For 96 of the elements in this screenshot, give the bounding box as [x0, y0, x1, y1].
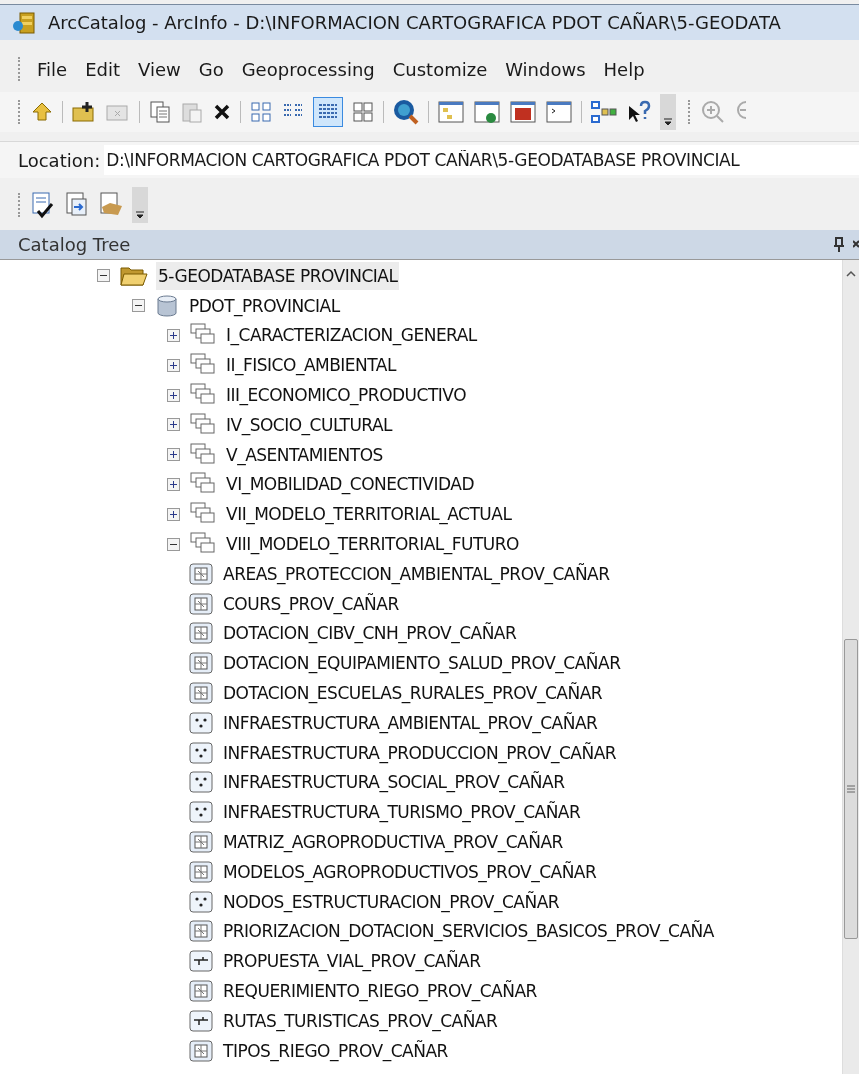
scrollbar-thumb[interactable] — [844, 639, 858, 939]
point-layer-icon — [189, 890, 213, 913]
tree-item[interactable]: VI_MOBILIDAD_CONECTIVIDAD — [224, 470, 476, 499]
line-layer-icon — [189, 1009, 213, 1032]
tree-item[interactable]: VII_MODELO_TERRITORIAL_ACTUAL — [224, 500, 514, 529]
tree-item[interactable]: RUTAS_TURISTICAS_PROV_CAÑAR — [221, 1006, 500, 1035]
tree-item[interactable]: VIII_MODELO_TERRITORIAL_FUTURO — [224, 530, 521, 559]
location-label: Location: — [18, 148, 101, 173]
model-builder-icon[interactable] — [590, 100, 618, 124]
point-layer-icon — [189, 711, 213, 734]
window-title: ArcCatalog - ArcInfo - D:\INFORMACION CARTOGRAFICA PDOT CAÑAR\5-GEODATA — [48, 11, 781, 35]
panel-title: Catalog Tree — [18, 233, 131, 257]
details-view-button[interactable] — [313, 97, 343, 127]
tree-item[interactable]: PRIORIZACION_DOTACION_SERVICIOS_BASICOS_PROV_CAÑA — [221, 917, 716, 946]
pin-icon[interactable] — [833, 236, 845, 253]
edit-metadata-icon[interactable] — [30, 191, 56, 219]
line-layer-icon — [189, 950, 213, 973]
menu-item[interactable]: File — [28, 55, 77, 83]
tree-item[interactable]: II_FISICO_AMBIENTAL — [224, 351, 398, 380]
collapse-icon[interactable] — [132, 299, 145, 313]
dropdown-icon — [136, 211, 144, 219]
connect-folder-icon[interactable] — [71, 100, 97, 124]
tree-item[interactable]: V_ASENTAMIENTOS — [224, 440, 385, 469]
search-window-icon[interactable] — [473, 100, 501, 124]
point-layer-icon — [189, 801, 213, 824]
expand-icon[interactable] — [167, 418, 180, 432]
menu-item[interactable]: Customize — [383, 55, 497, 83]
menu-item[interactable]: Windows — [496, 55, 595, 83]
up-folder-icon[interactable] — [30, 100, 54, 124]
menu-item[interactable]: Edit — [76, 55, 129, 83]
polygon-layer-icon — [189, 831, 213, 854]
toolbar-options-button[interactable] — [660, 94, 676, 130]
thumbnails-view-icon[interactable] — [351, 100, 375, 124]
polygon-layer-icon — [189, 622, 213, 645]
grip-icon — [847, 785, 855, 793]
tree-item[interactable]: INFRAESTRUCTURA_PRODUCCION_PROV_CAÑAR — [221, 738, 619, 767]
tree-item[interactable]: I_CARACTERIZACION_GENERAL — [224, 321, 479, 350]
polygon-layer-icon — [189, 980, 213, 1002]
polygon-layer-icon — [189, 682, 213, 705]
polygon-layer-icon — [189, 860, 213, 883]
polygon-layer-icon — [189, 592, 213, 615]
menu-item[interactable]: Go — [189, 55, 233, 83]
menu-item[interactable]: Help — [594, 55, 654, 83]
toolbar-options-button[interactable] — [132, 187, 148, 223]
tree-item[interactable]: III_ECONOMICO_PRODUCTIVO — [224, 381, 469, 410]
polygon-layer-icon — [189, 652, 213, 675]
tree-item[interactable]: PROPUESTA_VIAL_PROV_CAÑAR — [221, 947, 483, 976]
tree-item[interactable]: NODOS_ESTRUCTURACION_PROV_CAÑAR — [221, 887, 562, 916]
tree-item[interactable]: DOTACION_CIBV_CNH_PROV_CAÑAR — [221, 619, 519, 648]
tree-item[interactable]: MATRIZ_AGROPRODUCTIVA_PROV_CAÑAR — [221, 828, 565, 857]
point-layer-icon — [189, 741, 213, 764]
scrollbar[interactable] — [842, 260, 859, 1074]
tree-item[interactable]: IV_SOCIO_CULTURAL — [224, 410, 395, 439]
tree-item[interactable]: PDOT_PROVINCIAL — [187, 291, 342, 320]
database-icon — [155, 293, 179, 318]
folder-icon — [120, 264, 148, 287]
large-icons-view-icon[interactable] — [249, 100, 273, 124]
expand-icon[interactable] — [167, 507, 180, 521]
delete-icon[interactable] — [212, 102, 232, 122]
expand-icon[interactable] — [167, 477, 180, 491]
help-pointer-icon[interactable] — [626, 100, 652, 124]
paste-icon — [180, 100, 204, 124]
expand-icon[interactable] — [167, 329, 180, 342]
menu-item[interactable]: View — [129, 55, 190, 83]
tree-item[interactable]: 5-GEODATABASE PROVINCIAL — [156, 261, 400, 290]
app-icon — [12, 10, 38, 35]
tree-item[interactable]: INFRAESTRUCTURA_TURISMO_PROV_CAÑAR — [221, 798, 583, 827]
tree-item[interactable]: COURS_PROV_CAÑAR — [221, 589, 401, 618]
collapse-icon[interactable] — [97, 269, 110, 283]
dropdown-icon — [664, 118, 672, 126]
expand-icon[interactable] — [167, 388, 180, 402]
tree-item[interactable]: INFRAESTRUCTURA_SOCIAL_PROV_CAÑAR — [221, 768, 567, 797]
expand-icon[interactable] — [167, 448, 180, 462]
python-window-icon[interactable] — [545, 100, 573, 124]
location-field[interactable]: D:\INFORMACION CARTOGRAFICA PDOT CAÑAR\5-GEODATABASE PROVINCIAL — [104, 145, 859, 175]
tree-item[interactable]: DOTACION_EQUIPAMIENTO_SALUD_PROV_CAÑAR — [221, 649, 623, 678]
zoom-in-icon — [700, 99, 726, 125]
point-layer-icon — [189, 771, 213, 794]
expand-icon[interactable] — [167, 358, 180, 372]
toolbox-icon[interactable] — [509, 100, 537, 124]
tree-item[interactable]: TIPOS_RIEGO_PROV_CAÑAR — [221, 1036, 450, 1065]
polygon-layer-icon — [189, 920, 213, 943]
catalog-window-icon[interactable] — [437, 100, 465, 124]
tree-item[interactable]: MODELOS_AGROPRODUCTIVOS_PROV_CAÑAR — [221, 857, 599, 886]
dataset-icon — [190, 412, 216, 437]
tree-item[interactable]: DOTACION_ESCUELAS_RURALES_PROV_CAÑAR — [221, 679, 605, 708]
dataset-icon — [190, 442, 216, 467]
collapse-icon[interactable] — [167, 537, 180, 551]
tree-item[interactable]: AREAS_PROTECCION_AMBIENTAL_PROV_CAÑAR — [221, 559, 612, 588]
polygon-layer-icon — [189, 1039, 213, 1062]
import-metadata-icon[interactable] — [64, 191, 90, 219]
polygon-layer-icon — [189, 562, 213, 585]
tree-item[interactable]: REQUERIMIENTO_RIEGO_PROV_CAÑAR — [221, 977, 539, 1005]
search-icon[interactable] — [392, 98, 420, 126]
tree-item[interactable]: INFRAESTRUCTURA_AMBIENTAL_PROV_CAÑAR — [221, 708, 600, 737]
menu-item[interactable]: Geoprocessing — [232, 55, 384, 83]
